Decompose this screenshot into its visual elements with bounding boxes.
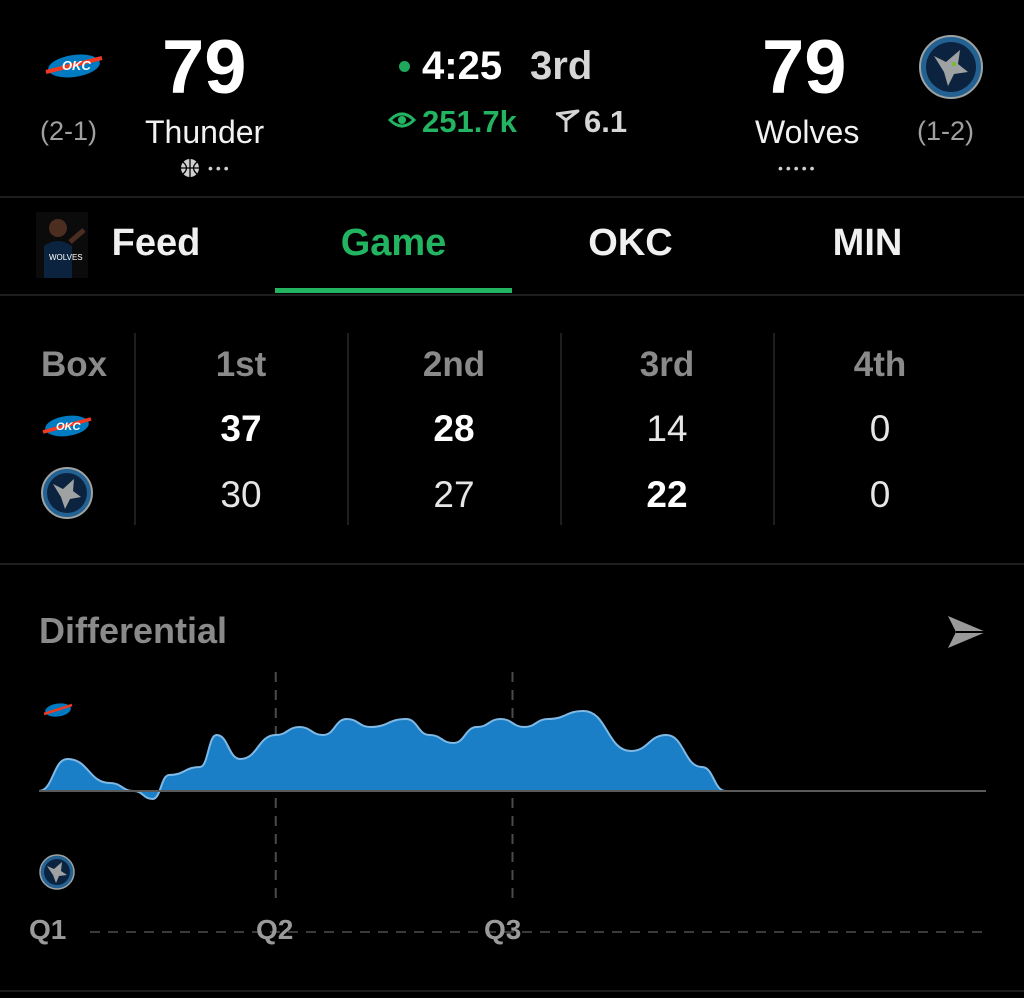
min-q1-score: 30 (220, 474, 262, 515)
viewer-count: 251.7k (422, 104, 517, 139)
column-divider (347, 333, 349, 525)
min-q4-score: 0 (869, 474, 891, 515)
svg-text:OKC: OKC (62, 58, 92, 73)
tabs-divider (0, 294, 1024, 296)
quarter-label-q2: Q2 (256, 914, 294, 945)
period-header-3: 3rd (639, 345, 695, 384)
active-tab-indicator (275, 288, 512, 293)
home-team-name: Wolves (755, 114, 860, 150)
rating-icon (554, 108, 582, 139)
tab-min[interactable]: MIN (749, 222, 986, 265)
quarter-label-q3: Q3 (484, 914, 522, 945)
home-team-logo[interactable] (918, 34, 984, 105)
basketball-icon (180, 158, 200, 183)
away-team-logo[interactable]: OKC (42, 46, 106, 89)
differential-chart (38, 672, 986, 933)
tab-okc[interactable]: OKC (512, 222, 749, 265)
away-record: (2-1) (40, 116, 98, 146)
away-timeouts: ••• (208, 160, 232, 176)
min-row-logo (40, 466, 94, 525)
okc-row-logo: OKC (40, 408, 94, 447)
column-divider (560, 333, 562, 525)
tab-game[interactable]: Game (275, 222, 512, 265)
period-header-1: 1st (215, 345, 267, 384)
period-header-4: 4th (853, 345, 907, 384)
period-header-2: 2nd (422, 345, 486, 384)
away-team-name: Thunder (145, 114, 265, 150)
column-divider (134, 333, 136, 525)
svg-text:WOLVES: WOLVES (49, 253, 83, 262)
game-rating: 6.1 (584, 104, 628, 139)
okc-q4-score: 0 (869, 408, 891, 449)
eye-icon (387, 108, 417, 137)
header-divider (0, 196, 1024, 198)
min-q2-score: 27 (433, 474, 475, 515)
min-q3-score: 22 (646, 474, 688, 515)
box-title: Box (40, 345, 108, 384)
chart-area-series-thunder (38, 709, 821, 801)
box-divider (0, 563, 1024, 565)
quarter-label-q1: Q1 (29, 914, 67, 945)
home-score: 79 (762, 25, 847, 110)
away-score: 79 (162, 25, 247, 110)
svg-text:OKC: OKC (56, 421, 82, 433)
player-avatar[interactable]: WOLVES (36, 212, 88, 283)
column-divider (773, 333, 775, 525)
differential-title: Differential (39, 610, 228, 651)
tab-feed[interactable]: Feed (100, 222, 212, 265)
okc-q3-score: 14 (646, 408, 688, 449)
home-record: (1-2) (917, 116, 975, 146)
game-period: 3rd (530, 44, 593, 88)
share-arrow-icon[interactable] (946, 614, 988, 655)
bottom-divider (0, 990, 1024, 992)
live-indicator-icon (399, 61, 410, 72)
okc-q1-score: 37 (220, 408, 262, 449)
home-timeouts: ••••• (778, 160, 818, 176)
game-clock: 4:25 (422, 44, 503, 88)
okc-q2-score: 28 (433, 408, 475, 449)
